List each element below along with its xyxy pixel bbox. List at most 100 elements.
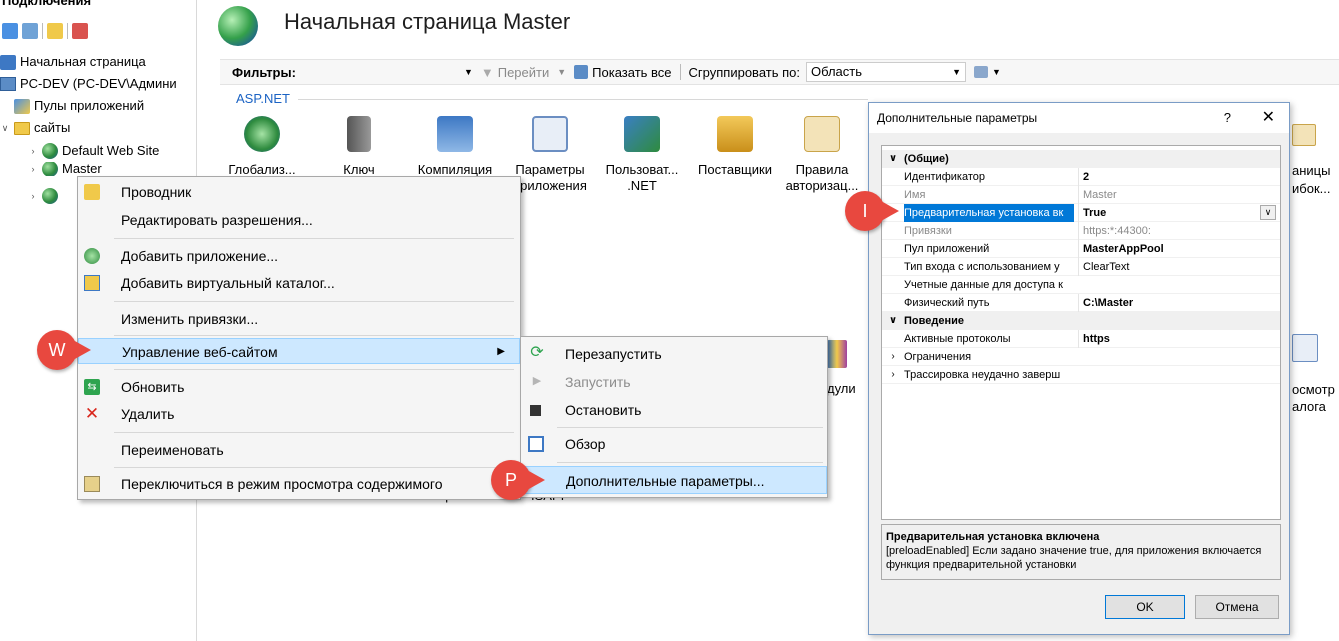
go-button[interactable]: ▼ Перейти: [481, 65, 549, 80]
group-by-select[interactable]: Область ▼: [806, 62, 966, 82]
feature-directory-browsing-partial[interactable]: осмотр алога: [1292, 381, 1335, 415]
view-mode-button[interactable]: ▼: [974, 66, 1001, 78]
feature-label: алога: [1292, 399, 1326, 414]
tree-item-sites[interactable]: ∨ сайты: [0, 118, 71, 138]
submenu-item-stop[interactable]: Остановить: [521, 396, 827, 424]
submenu-item-restart[interactable]: ⟳ Перезапустить: [521, 340, 827, 368]
tree-item-app-pools[interactable]: Пулы приложений: [14, 96, 144, 116]
filter-separator: [679, 64, 681, 80]
help-button[interactable]: ?: [1224, 103, 1231, 133]
feature-authorization-rules[interactable]: Правила авторизац...: [782, 116, 862, 194]
filter-dropdown[interactable]: ▼: [464, 67, 473, 77]
property-category-behavior[interactable]: ∨ Поведение: [882, 312, 1280, 330]
tree-item-label: PC-DEV (PC-DEV\Админи: [20, 76, 177, 91]
feature-net-users[interactable]: Пользоват... .NET: [597, 116, 687, 194]
collapse-arrow-icon[interactable]: ∨: [887, 312, 899, 330]
tree-item-master[interactable]: › Master: [28, 162, 102, 176]
feature-error-pages-partial[interactable]: аницы ибок...: [1292, 162, 1330, 198]
website-globe-icon: [42, 143, 58, 159]
expand-arrow-icon[interactable]: ›: [28, 186, 38, 206]
machine-key-icon: [347, 116, 371, 152]
menu-item-label: Переименовать: [121, 442, 224, 458]
expand-arrow-icon[interactable]: ›: [28, 162, 38, 176]
menu-item-label: Обновить: [121, 379, 185, 395]
chevron-down-icon[interactable]: ∨: [1260, 205, 1276, 220]
connections-header: Подключения: [2, 0, 92, 8]
menu-item-edit-permissions[interactable]: Редактировать разрешения...: [78, 207, 520, 233]
menu-item-content-view[interactable]: Переключиться в режим просмотра содержим…: [78, 471, 520, 497]
expand-arrow-icon[interactable]: ›: [28, 141, 38, 161]
feature-globalization[interactable]: Глобализ...: [217, 116, 307, 178]
menu-item-refresh[interactable]: ⇆ Обновить: [78, 374, 520, 400]
feature-compilation[interactable]: Компиляция: [410, 116, 500, 178]
expand-arrow-icon[interactable]: ›: [887, 348, 899, 366]
menu-item-explorer[interactable]: Проводник: [78, 179, 520, 205]
menu-item-manage-website[interactable]: Управление веб-сайтом ▶: [78, 338, 520, 364]
expand-arrow-icon[interactable]: ›: [887, 366, 899, 384]
filter-label: Фильтры:: [232, 64, 296, 80]
property-row-failed-request-tracing[interactable]: › Трассировка неудачно заверш: [882, 366, 1280, 384]
feature-label: осмотр: [1292, 382, 1335, 397]
property-name: (Общие): [904, 153, 949, 165]
cancel-button[interactable]: Отмена: [1195, 595, 1279, 619]
website-globe-icon: [42, 162, 58, 176]
property-row-credentials[interactable]: Учетные данные для доступа к: [882, 276, 1280, 294]
feature-providers[interactable]: Поставщики: [690, 116, 780, 178]
property-row-enabled-protocols[interactable]: Активные протоколы https: [882, 330, 1280, 348]
menu-item-edit-bindings[interactable]: Изменить привязки...: [78, 306, 520, 332]
go-dropdown[interactable]: ▼: [557, 67, 566, 77]
filter-input[interactable]: [306, 62, 456, 82]
save-icon[interactable]: [22, 23, 38, 39]
submenu-item-start[interactable]: ▶ Запустить: [521, 368, 827, 396]
submenu-arrow-icon: ▶: [497, 346, 505, 357]
dialog-title: Дополнительные параметры: [877, 111, 1038, 125]
collapse-arrow-icon[interactable]: ∨: [0, 118, 10, 138]
close-button[interactable]: ✕: [1262, 103, 1275, 133]
add-application-icon: [84, 248, 100, 264]
tree-item-partial[interactable]: ›: [28, 186, 58, 206]
toolbar-separator: [67, 23, 68, 39]
property-name: Поведение: [904, 315, 964, 327]
tree-item-default-web-site[interactable]: › Default Web Site: [28, 141, 159, 161]
feature-machine-key[interactable]: Ключ: [314, 116, 404, 178]
disconnect-icon[interactable]: [72, 23, 88, 39]
menu-item-add-virtual-directory[interactable]: Добавить виртуальный каталог...: [78, 270, 520, 296]
feature-label: Поставщики: [698, 162, 772, 177]
group-by-label: Сгруппировать по:: [688, 64, 800, 80]
menu-separator: [114, 467, 514, 468]
section-divider: [298, 99, 868, 100]
property-row-limits[interactable]: › Ограничения: [882, 348, 1280, 366]
tree-item-server[interactable]: PC-DEV (PC-DEV\Админи: [0, 74, 177, 94]
up-folder-icon[interactable]: [47, 23, 63, 39]
tree-item-start-page[interactable]: Начальная страница: [0, 52, 146, 72]
property-row-app-pool[interactable]: Пул приложений MasterAppPool: [882, 240, 1280, 258]
connect-icon[interactable]: [2, 23, 18, 39]
annotation-badge-w: W: [37, 330, 91, 370]
feature-modules-partial[interactable]: дули: [827, 381, 856, 396]
property-name: Активные протоколы: [904, 333, 1011, 345]
property-row-preload-enabled[interactable]: Предварительная установка вк True ∨: [882, 204, 1280, 222]
property-row-bindings[interactable]: Привязки https:*:44300:: [882, 222, 1280, 240]
property-row-physical-path[interactable]: Физический путь C:\Master: [882, 294, 1280, 312]
collapse-arrow-icon[interactable]: ∨: [887, 150, 899, 168]
browse-icon: [528, 436, 544, 452]
submenu-item-browse[interactable]: Обзор: [521, 430, 827, 458]
restart-icon: ⟳: [530, 344, 544, 361]
property-category-general[interactable]: ∨ (Общие): [882, 150, 1280, 168]
property-name: Тип входа с использованием у: [904, 261, 1060, 273]
menu-item-add-application[interactable]: Добавить приложение...: [78, 243, 520, 269]
menu-item-label: Изменить привязки...: [121, 311, 259, 327]
show-all-button[interactable]: Показать все: [574, 65, 672, 80]
property-row-name[interactable]: Имя Master: [882, 186, 1280, 204]
annotation-badge-i: I: [845, 191, 899, 231]
ok-button[interactable]: OK: [1105, 595, 1185, 619]
menu-item-label: Редактировать разрешения...: [121, 212, 313, 228]
feature-label: Компиляция: [417, 162, 493, 177]
menu-item-delete[interactable]: ✕ Удалить: [78, 401, 520, 427]
property-row-id[interactable]: Идентификатор 2: [882, 168, 1280, 186]
submenu-item-advanced-settings[interactable]: Дополнительные параметры...: [521, 466, 827, 494]
menu-item-rename[interactable]: Переименовать: [78, 437, 520, 463]
property-row-logon-type[interactable]: Тип входа с использованием у ClearText: [882, 258, 1280, 276]
menu-separator: [114, 432, 514, 433]
property-value[interactable]: True: [1078, 204, 1278, 222]
